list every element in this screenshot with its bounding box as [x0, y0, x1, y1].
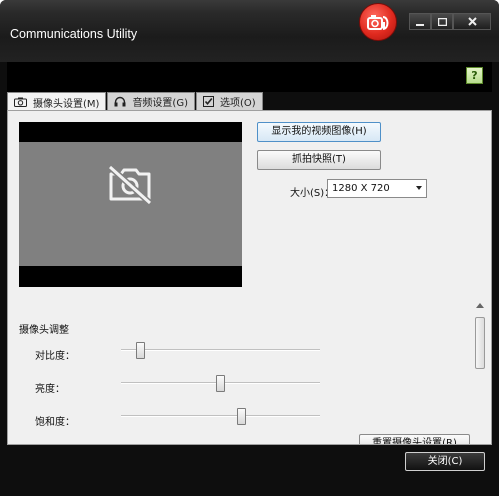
saturation-slider-track[interactable]	[121, 415, 320, 417]
tab-camera-settings[interactable]: 摄像头设置(M)	[7, 92, 107, 111]
checkbox-icon	[203, 96, 214, 107]
tab-label: 摄像头设置(M)	[33, 98, 100, 110]
close-icon	[467, 17, 477, 26]
minimize-button[interactable]	[409, 13, 431, 30]
saturation-slider-thumb[interactable]	[236, 408, 246, 425]
help-icon[interactable]: ?	[466, 67, 483, 84]
brightness-label: 亮度：	[35, 384, 65, 395]
video-preview	[19, 122, 242, 287]
close-window-button[interactable]	[453, 13, 491, 30]
minimize-icon	[416, 23, 424, 26]
vertical-scrollbar[interactable]	[474, 303, 486, 444]
close-button[interactable]: 关闭(C)	[405, 452, 485, 471]
contrast-slider-track[interactable]	[121, 349, 320, 351]
communications-utility-window: Communications Utility ? 摄像头设置(M) 音频设置(G…	[0, 0, 499, 496]
camera-adjust-title: 摄像头调整	[19, 325, 69, 336]
tab-audio-settings[interactable]: 音频设置(G)	[107, 92, 195, 110]
header-band	[7, 62, 492, 92]
size-select[interactable]: 1280 X 720	[327, 179, 427, 198]
tab-bar: 摄像头设置(M) 音频设置(G) 选项(O)	[7, 92, 264, 111]
scroll-up-arrow-icon[interactable]	[476, 303, 484, 308]
headset-icon	[114, 96, 126, 107]
contrast-slider-thumb[interactable]	[136, 342, 146, 359]
tab-label: 音频设置(G)	[132, 98, 188, 109]
video-preview-area	[19, 142, 242, 266]
size-select-value: 1280 X 720	[332, 183, 390, 194]
camera-icon	[14, 97, 27, 107]
tab-options[interactable]: 选项(O)	[196, 92, 263, 110]
window-title: Communications Utility	[10, 27, 138, 41]
snapshot-button[interactable]: 抓拍快照(T)	[257, 150, 381, 170]
camera-off-icon	[107, 164, 153, 204]
tab-label: 选项(O)	[220, 98, 256, 109]
scrollbar-thumb[interactable]	[475, 317, 485, 369]
title-bar: Communications Utility	[0, 0, 499, 62]
contrast-label: 对比度：	[35, 351, 75, 362]
show-my-video-button[interactable]: 显示我的视频图像(H)	[257, 122, 381, 142]
maximize-icon	[437, 17, 447, 26]
reset-camera-settings-button[interactable]: 重置摄像头设置(R)	[359, 434, 470, 444]
camera-settings-panel: 显示我的视频图像(H) 抓拍快照(T) 大小(S)： 1280 X 720 摄像…	[7, 110, 492, 445]
saturation-label: 饱和度：	[35, 417, 75, 428]
maximize-button[interactable]	[431, 13, 453, 30]
app-logo	[359, 3, 397, 41]
chevron-down-icon	[416, 186, 422, 190]
brightness-slider-thumb[interactable]	[216, 375, 225, 392]
